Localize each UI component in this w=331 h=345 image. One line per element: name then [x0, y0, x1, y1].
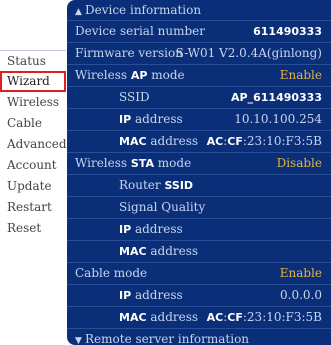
- ap-mac-row: MAC address AC:CF:23:10:F3:5B: [67, 130, 331, 152]
- ap-mode-label-prefix: Wireless: [75, 68, 131, 82]
- sta-mac-label: MAC address: [119, 241, 198, 262]
- device-info-header[interactable]: ▲ Device information: [67, 0, 331, 20]
- nav-item-restart[interactable]: Restart: [0, 197, 66, 218]
- device-info-panel: ▲ Device information Device serial number…: [67, 0, 331, 345]
- triangle-up-icon: ▲: [75, 7, 82, 17]
- triangle-down-icon: ▼: [75, 336, 82, 345]
- cable-mac-part2: CF: [227, 311, 243, 324]
- ap-ip-value: 10.10.100.254: [234, 112, 322, 126]
- router-ssid-label-keyword: SSID: [164, 179, 194, 192]
- cable-ip-label-suffix: address: [131, 288, 183, 302]
- nav-item-update[interactable]: Update: [0, 176, 66, 197]
- router-ssid-label-prefix: Router: [119, 178, 165, 192]
- nav-item-advanced[interactable]: Advanced: [0, 134, 67, 155]
- serial-number-label: Device serial number: [75, 24, 205, 38]
- serial-number-row: Device serial number 611490333: [67, 20, 331, 42]
- sta-mac-row: MAC address: [67, 240, 331, 262]
- firmware-row: Firmware version S-W01 V2.0.4A(ginlong): [67, 42, 331, 64]
- cable-mac-value: AC:CF:23:10:F3:5B: [207, 307, 322, 328]
- sta-mode-value: Disable: [276, 156, 322, 170]
- cable-mac-label-keyword: MAC: [119, 311, 147, 324]
- cable-mode-label: Cable mode: [75, 266, 148, 280]
- sta-ip-label: IP address: [119, 219, 183, 240]
- sta-ip-row: IP address: [67, 218, 331, 240]
- firmware-value: S-W01 V2.0.4A(ginlong): [175, 46, 322, 60]
- sta-mode-row: Wireless STA mode Disable: [67, 152, 331, 174]
- sta-mode-label-prefix: Wireless: [75, 156, 131, 170]
- remote-server-header[interactable]: ▼ Remote server information: [67, 328, 331, 345]
- ap-mac-part1: AC: [206, 135, 224, 148]
- ap-mac-rest: :23:10:F3:5B: [242, 134, 322, 148]
- serial-number-value: 611490333: [253, 25, 322, 38]
- nav-item-account[interactable]: Account: [0, 155, 66, 176]
- ap-mode-label-suffix: mode: [147, 68, 185, 82]
- ap-mac-label-suffix: address: [146, 134, 199, 148]
- device-info-title: Device information: [85, 3, 202, 17]
- sta-mode-label-suffix: mode: [153, 156, 192, 170]
- sta-mode-label: Wireless STA mode: [75, 153, 191, 174]
- ssid-value: AP_611490333: [231, 91, 322, 104]
- cable-ip-label: IP address: [119, 285, 183, 306]
- ssid-label: SSID: [119, 90, 150, 104]
- sidebar-nav: Status Wizard Wireless Cable Advanced Ac…: [0, 50, 67, 239]
- cable-ip-label-keyword: IP: [119, 289, 132, 302]
- cable-mac-label: MAC address: [119, 307, 198, 328]
- cable-mac-label-suffix: address: [146, 310, 199, 324]
- sta-ip-label-suffix: address: [131, 222, 183, 236]
- ap-mac-part2: CF: [227, 135, 243, 148]
- ap-ip-label-suffix: address: [131, 112, 183, 126]
- nav-item-wireless[interactable]: Wireless: [0, 92, 66, 113]
- sta-mac-label-suffix: address: [146, 244, 199, 258]
- cable-mac-part1: AC: [206, 311, 224, 324]
- nav-item-reset[interactable]: Reset: [0, 218, 66, 239]
- cable-ip-value: 0.0.0.0: [280, 288, 322, 302]
- sta-ip-label-keyword: IP: [119, 223, 132, 236]
- ap-mode-value: Enable: [279, 68, 322, 82]
- cable-mac-row: MAC address AC:CF:23:10:F3:5B: [67, 306, 331, 328]
- ap-mac-label-keyword: MAC: [119, 135, 147, 148]
- ssid-row: SSID AP_611490333: [67, 86, 331, 108]
- cable-mode-value: Enable: [279, 266, 322, 280]
- ap-mode-row: Wireless AP mode Enable: [67, 64, 331, 86]
- ap-mode-label: Wireless AP mode: [75, 65, 185, 86]
- ap-ip-label-keyword: IP: [119, 113, 132, 126]
- ap-mac-value: AC:CF:23:10:F3:5B: [207, 131, 322, 152]
- firmware-label: Firmware version: [75, 46, 183, 60]
- nav-item-wizard[interactable]: Wizard: [0, 71, 66, 92]
- cable-mac-rest: :23:10:F3:5B: [242, 310, 322, 324]
- ap-ip-label: IP address: [119, 109, 183, 130]
- signal-quality-label: Signal Quality: [119, 200, 206, 214]
- nav-item-cable[interactable]: Cable: [0, 113, 66, 134]
- router-ssid-row: Router SSID: [67, 174, 331, 196]
- remote-server-title: Remote server information: [85, 332, 250, 345]
- ap-mac-label: MAC address: [119, 131, 198, 152]
- signal-quality-row: Signal Quality: [67, 196, 331, 218]
- ap-ip-row: IP address 10.10.100.254: [67, 108, 331, 130]
- sta-mode-label-keyword: STA: [130, 157, 154, 170]
- ap-mode-label-keyword: AP: [130, 69, 148, 82]
- router-ssid-label: Router SSID: [119, 175, 193, 196]
- sta-mac-label-keyword: MAC: [119, 245, 147, 258]
- cable-mode-row: Cable mode Enable: [67, 262, 331, 284]
- cable-ip-row: IP address 0.0.0.0: [67, 284, 331, 306]
- nav-item-status[interactable]: Status: [0, 50, 66, 71]
